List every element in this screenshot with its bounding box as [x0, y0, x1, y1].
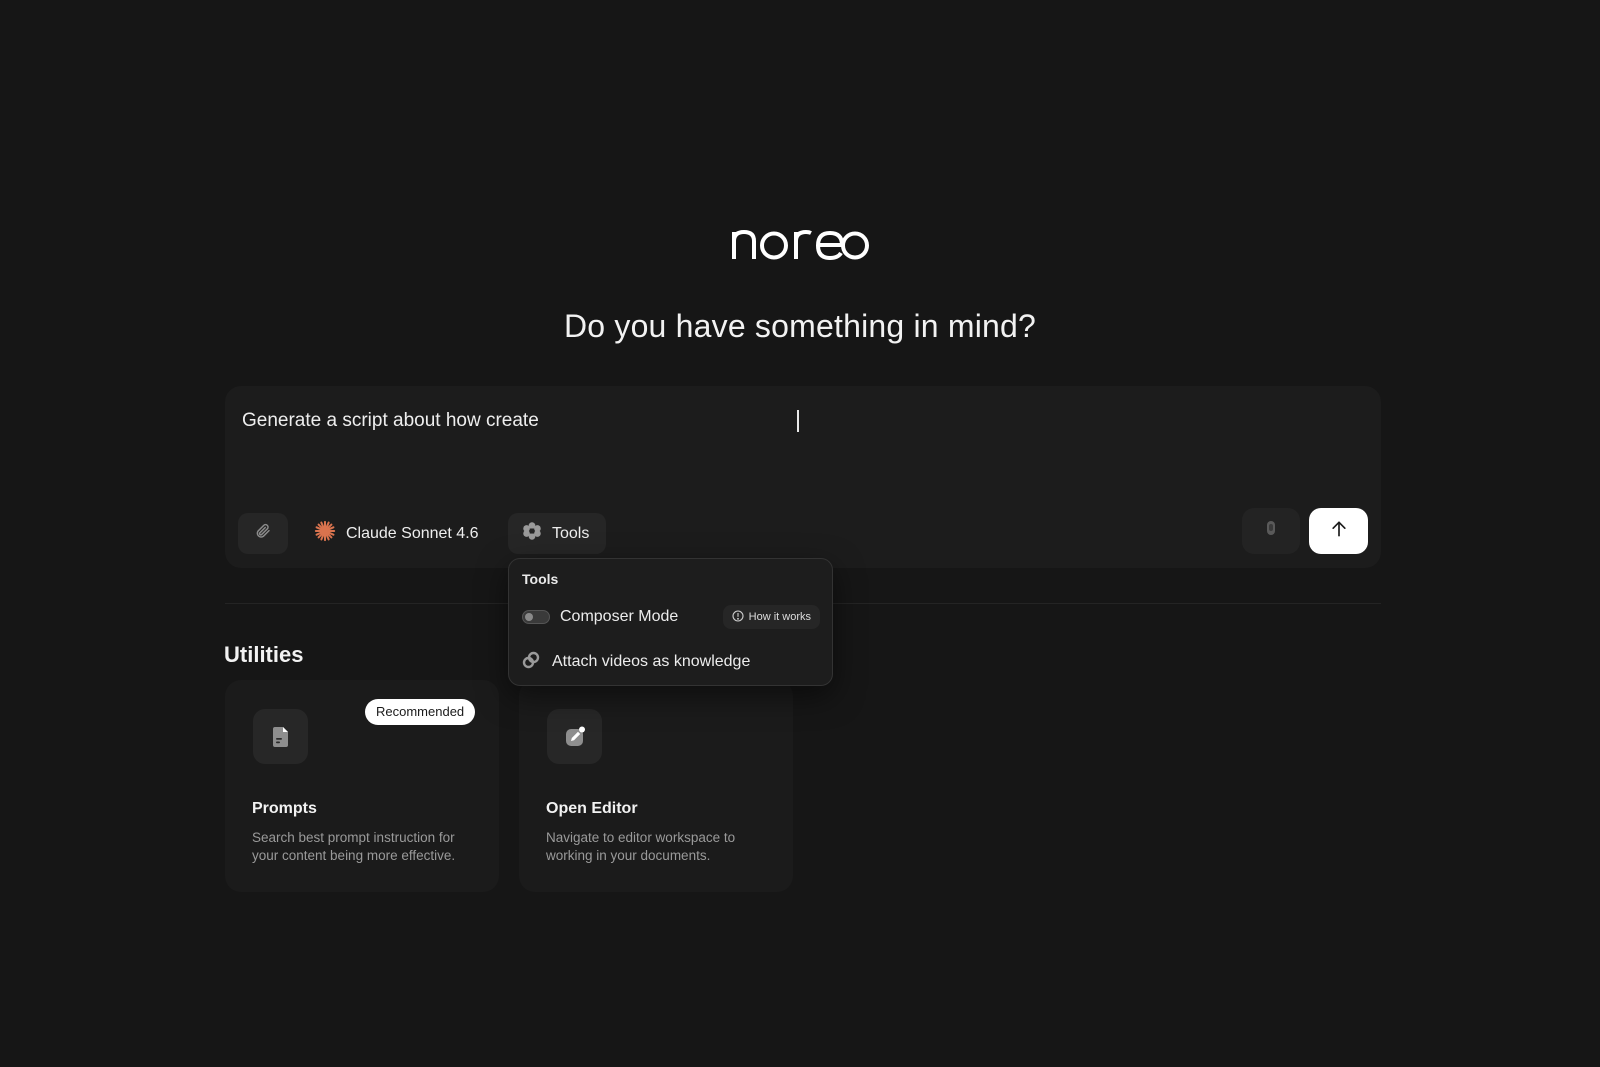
composer-mode-row: Composer Mode How it works — [522, 604, 820, 630]
utilities-heading: Utilities — [224, 642, 304, 667]
attach-videos-label: Attach videos as knowledge — [552, 653, 751, 670]
gear-icon — [522, 521, 542, 546]
document-icon — [253, 709, 308, 764]
model-selector-button[interactable]: Claude Sonnet 4.6 — [310, 513, 483, 554]
tools-button[interactable]: Tools — [508, 513, 606, 554]
attach-button[interactable] — [238, 513, 288, 554]
text-caret — [797, 410, 799, 432]
card-description: Navigate to editor workspace to working … — [546, 830, 736, 863]
send-button[interactable] — [1309, 508, 1368, 554]
tools-label: Tools — [552, 524, 590, 542]
tools-dropdown: Tools Composer Mode How it works Attach … — [508, 558, 833, 686]
arrow-up-icon — [1329, 519, 1349, 544]
recommended-badge: Recommended — [365, 699, 476, 725]
info-icon — [732, 609, 744, 625]
model-label: Claude Sonnet 4.6 — [346, 524, 479, 542]
card-description: Search best prompt instruction for your … — [252, 830, 456, 863]
composer-mode-label: Composer Mode — [560, 608, 679, 625]
card-title: Prompts — [252, 800, 317, 817]
prompt-input[interactable]: Generate a script about how create — [242, 409, 1342, 469]
attach-videos-item[interactable]: Attach videos as knowledge — [522, 649, 750, 675]
noreo-logo — [0, 222, 1600, 267]
prompt-composer: Generate a script about how create Claud… — [225, 386, 1381, 568]
card-title: Open Editor — [546, 800, 638, 817]
home-page: Do you have something in mind? Generate … — [0, 0, 1600, 1067]
edit-icon — [547, 709, 602, 764]
paperclip-icon — [254, 522, 272, 545]
how-it-works-button[interactable]: How it works — [722, 605, 820, 629]
prompts-card[interactable]: Recommended Prompts Search best prompt i… — [225, 680, 499, 892]
noreo-logo-wordmark — [732, 229, 869, 261]
microphone-icon — [1264, 520, 1278, 543]
page-headline: Do you have something in mind? — [563, 308, 1037, 344]
composer-mode-toggle[interactable] — [522, 610, 550, 624]
link-icon — [522, 651, 540, 674]
tools-dropdown-title: Tools — [522, 571, 559, 587]
open-editor-card[interactable]: Open Editor Navigate to editor workspace… — [519, 680, 793, 892]
claude-asterisk-icon — [314, 520, 336, 547]
how-it-works-label: How it works — [748, 611, 811, 623]
microphone-button[interactable] — [1242, 508, 1300, 554]
